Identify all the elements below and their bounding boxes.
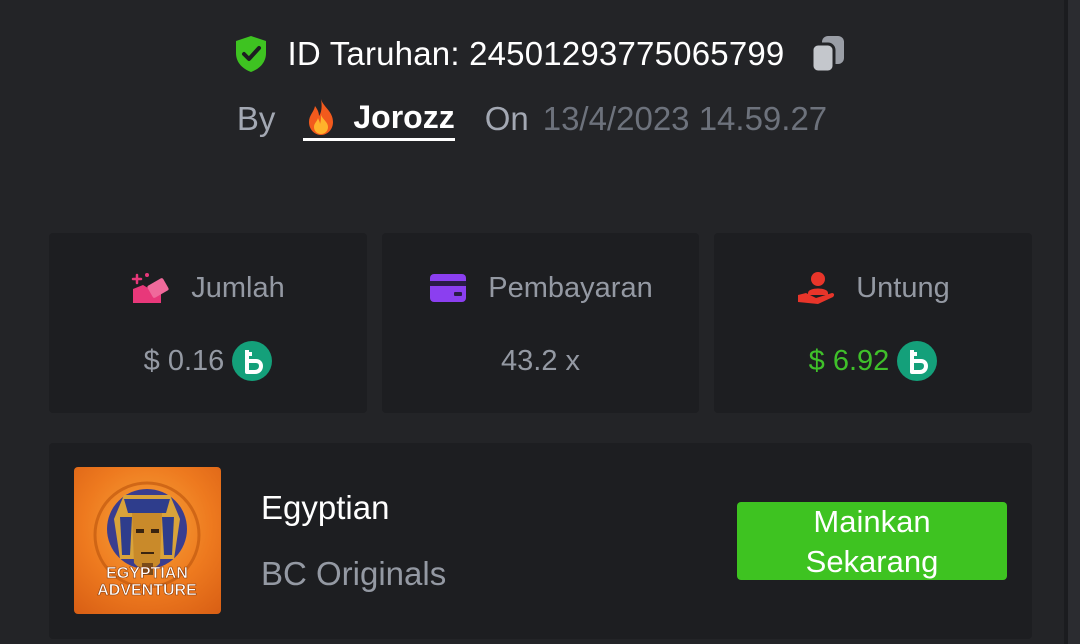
scrollbar-track[interactable] <box>1068 0 1080 644</box>
stat-card-profit: Untung $ 6.92 <box>714 233 1032 413</box>
stat-label: Jumlah <box>191 271 285 304</box>
thumbnail-title-line2: ADVENTURE <box>97 582 197 599</box>
stat-value-text: $ 6.92 <box>808 344 890 377</box>
on-label: On <box>484 100 529 137</box>
verified-shield-icon <box>232 34 270 74</box>
copy-icon[interactable] <box>808 32 848 76</box>
bet-id-row: ID Taruhan: 24501293775065799 <box>0 30 1064 78</box>
thumbnail-title-line1: EGYPTIAN <box>106 565 188 582</box>
bcd-coin-icon <box>232 341 273 381</box>
game-title[interactable]: Egyptian <box>261 489 389 527</box>
stat-header: Jumlah <box>49 271 367 305</box>
bet-timestamp: 13/4/2023 14.59.27 <box>542 100 828 137</box>
stat-card-amount: Jumlah $ 0.16 <box>49 233 367 413</box>
play-button-line2: Sekarang <box>805 544 939 579</box>
bet-id-text: ID Taruhan: 24501293775065799 <box>287 35 785 72</box>
stat-header: Pembayaran <box>382 271 699 305</box>
stat-value: $ 6.92 <box>714 341 1032 381</box>
stat-header: Untung <box>714 271 1032 305</box>
by-label: By <box>236 100 276 137</box>
username-text: Jorozz <box>353 98 455 135</box>
stat-value-text: $ 0.16 <box>143 344 225 377</box>
game-thumbnail[interactable]: EGYPTIAN ADVENTURE <box>74 467 221 614</box>
hand-money-icon <box>131 271 171 305</box>
bet-author-row: By Jorozz On 13/4/2023 14.59.27 <box>0 94 1064 144</box>
credit-card-icon <box>428 271 468 305</box>
hand-person-icon <box>796 271 836 305</box>
play-button-line1: Mainkan <box>813 504 931 539</box>
stat-label: Pembayaran <box>488 271 653 304</box>
bcd-coin-icon <box>897 341 938 381</box>
fire-icon <box>303 97 339 137</box>
stat-label: Untung <box>856 271 950 304</box>
stat-value-text: 43.2 x <box>501 344 580 377</box>
bet-details-panel: ID Taruhan: 24501293775065799 By Jorozz … <box>0 0 1064 644</box>
stat-value: 43.2 x <box>382 341 699 381</box>
stat-value: $ 0.16 <box>49 341 367 381</box>
play-now-button[interactable]: Mainkan Sekarang <box>737 502 1007 580</box>
stat-card-payout: Pembayaran 43.2 x <box>382 233 699 413</box>
username-link[interactable]: Jorozz <box>303 97 455 141</box>
game-card: EGYPTIAN ADVENTURE Egyptian BC Originals… <box>49 443 1032 639</box>
game-provider: BC Originals <box>261 555 447 592</box>
